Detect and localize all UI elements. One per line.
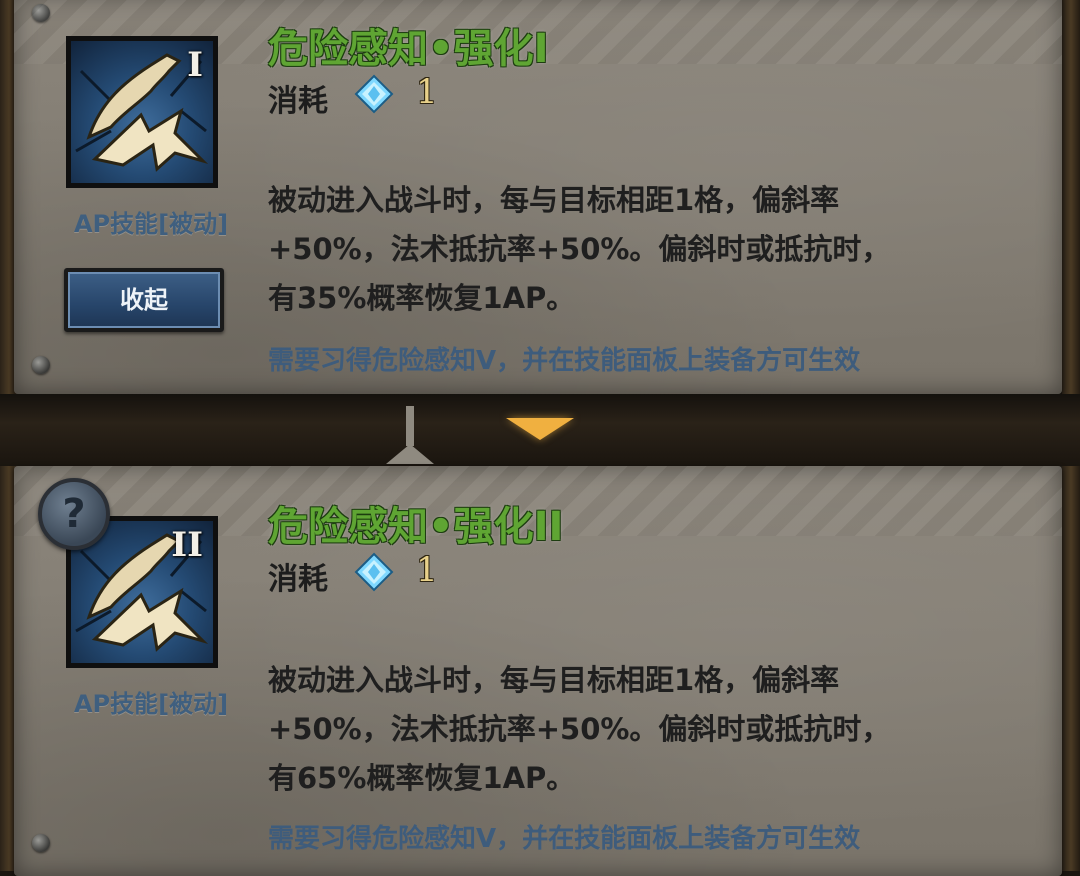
blue-gem-icon — [354, 74, 394, 114]
divider-connector — [406, 406, 414, 446]
skill-title-2: 危险感知•强化II — [268, 504, 564, 550]
skill-type-label: AP技能[被动] — [73, 690, 229, 718]
cost-label: 消耗 — [268, 562, 328, 597]
cost-label: 消耗 — [268, 84, 328, 119]
description-line: +50%，法术抵抗率+50%。偏斜时或抵抗时， — [268, 712, 891, 746]
skill-icon-1: I — [66, 36, 218, 188]
skill-level-numeral: I — [187, 45, 203, 85]
panel-divider — [0, 394, 1080, 466]
requirement-text-2: 需要习得危险感知V，并在技能面板上装备方可生效 — [268, 824, 861, 854]
description-line: 有65%概率恢复1AP。 — [268, 761, 576, 795]
rivet-icon — [32, 834, 50, 852]
skill-level-numeral: II — [171, 525, 203, 565]
rivet-icon — [32, 356, 50, 374]
requirement-text-1: 需要习得危险感知V，并在技能面板上装备方可生效 — [268, 346, 861, 376]
blue-gem-icon — [354, 552, 394, 592]
description-line: 被动进入战斗时，每与目标相距1格，偏斜率 — [268, 183, 840, 217]
divider-notch — [386, 444, 434, 464]
description-line: 有35%概率恢复1AP。 — [268, 281, 576, 315]
cost-value: 1 — [416, 550, 438, 590]
description-line: 被动进入战斗时，每与目标相距1格，偏斜率 — [268, 663, 840, 697]
skill-title-1: 危险感知•强化I — [268, 26, 549, 72]
rivet-icon — [32, 4, 50, 22]
skill-type-label: AP技能[被动] — [73, 210, 229, 238]
skill-description-1: 被动进入战斗时，每与目标相距1格，偏斜率 +50%，法术抵抗率+50%。偏斜时或… — [268, 176, 988, 323]
chevron-down-icon[interactable] — [506, 418, 574, 440]
question-mark-icon[interactable]: ? — [38, 478, 110, 550]
description-line: +50%，法术抵抗率+50%。偏斜时或抵抗时， — [268, 232, 891, 266]
cost-value: 1 — [416, 72, 438, 112]
skill-description-2: 被动进入战斗时，每与目标相距1格，偏斜率 +50%，法术抵抗率+50%。偏斜时或… — [268, 656, 988, 803]
collapse-button[interactable]: 收起 — [64, 268, 224, 332]
